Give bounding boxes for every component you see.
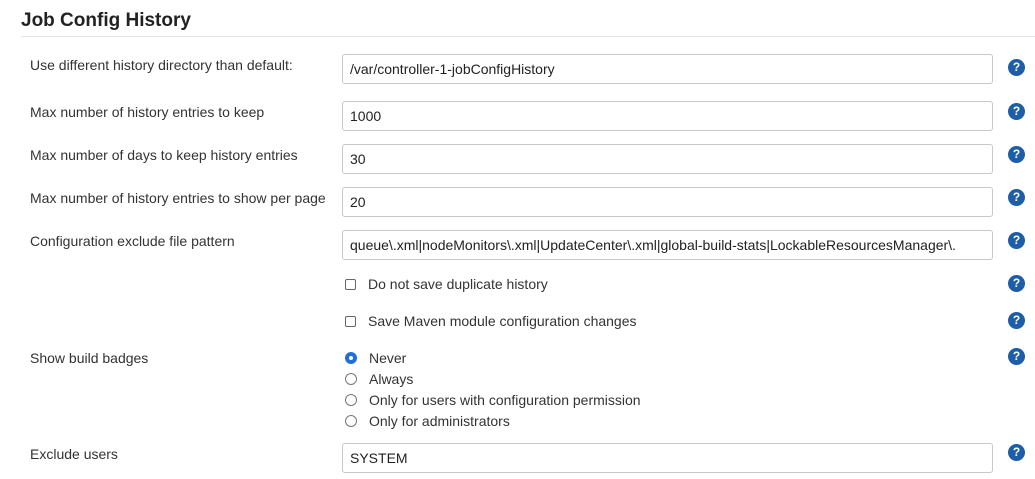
section-title: Job Config History — [21, 10, 191, 31]
section-divider — [21, 36, 1035, 37]
badge-option-always[interactable]: Always — [345, 371, 413, 387]
history-dir-label: Use different history directory than def… — [30, 57, 293, 73]
max-days-input[interactable] — [342, 144, 993, 174]
exclude-users-input[interactable] — [342, 443, 993, 473]
radio-button[interactable] — [345, 394, 357, 406]
maven-changes-label: Save Maven module configuration changes — [368, 313, 637, 329]
max-per-page-label: Max number of history entries to show pe… — [30, 190, 326, 206]
help-icon[interactable]: ? — [1008, 275, 1025, 292]
help-icon[interactable]: ? — [1008, 59, 1025, 76]
badge-option-administrators[interactable]: Only for administrators — [345, 413, 510, 429]
badge-option-config-permission[interactable]: Only for users with configuration permis… — [345, 392, 641, 408]
no-duplicates-checkbox[interactable] — [345, 278, 356, 290]
exclude-users-label: Exclude users — [30, 446, 118, 462]
radio-label: Only for users with configuration permis… — [369, 392, 641, 408]
help-icon[interactable]: ? — [1008, 312, 1025, 329]
exclude-pattern-input[interactable] — [342, 230, 993, 260]
build-badges-label: Show build badges — [30, 350, 149, 366]
maven-changes-checkbox[interactable] — [345, 315, 356, 327]
maven-changes-checkbox-row[interactable]: Save Maven module configuration changes — [345, 313, 637, 329]
badge-option-never[interactable]: Never — [345, 350, 406, 366]
max-days-label: Max number of days to keep history entri… — [30, 147, 298, 163]
help-icon[interactable]: ? — [1008, 444, 1025, 461]
max-entries-input[interactable] — [342, 101, 993, 131]
help-icon[interactable]: ? — [1008, 103, 1025, 120]
radio-button[interactable] — [345, 415, 357, 427]
help-icon[interactable]: ? — [1008, 348, 1025, 365]
radio-label: Only for administrators — [369, 413, 510, 429]
exclude-pattern-label: Configuration exclude file pattern — [30, 233, 235, 249]
max-entries-label: Max number of history entries to keep — [30, 104, 265, 120]
help-icon[interactable]: ? — [1008, 146, 1025, 163]
max-per-page-input[interactable] — [342, 187, 993, 217]
no-duplicates-label: Do not save duplicate history — [368, 276, 548, 292]
no-duplicates-checkbox-row[interactable]: Do not save duplicate history — [345, 276, 548, 292]
help-icon[interactable]: ? — [1008, 189, 1025, 206]
history-dir-input[interactable] — [342, 54, 993, 84]
radio-label: Never — [369, 350, 407, 366]
radio-label: Always — [369, 371, 414, 387]
radio-button[interactable] — [345, 352, 357, 364]
radio-button[interactable] — [345, 373, 357, 385]
help-icon[interactable]: ? — [1008, 232, 1025, 249]
